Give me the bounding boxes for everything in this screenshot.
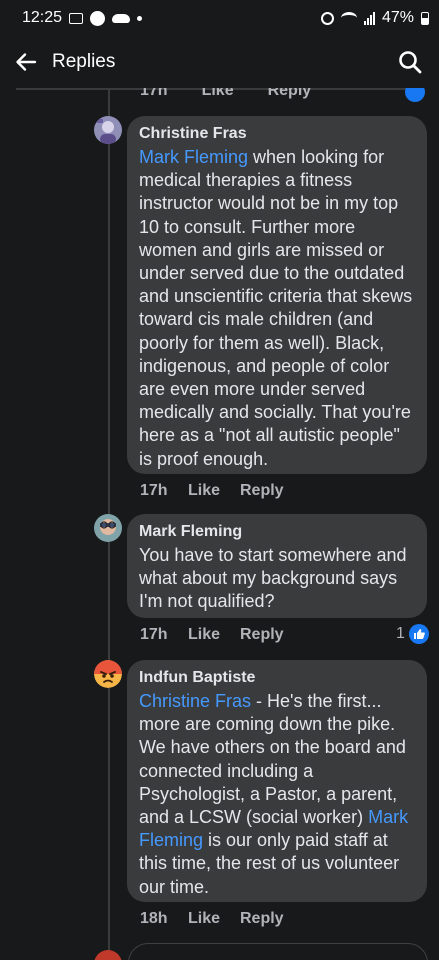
reply-input[interactable] xyxy=(128,943,428,960)
battery-percent: 47% xyxy=(381,9,414,26)
comment-actions: 17h Like Reply xyxy=(140,482,284,500)
comment-author[interactable]: Christine Fras xyxy=(139,124,415,143)
status-left: 12:25 xyxy=(22,9,143,27)
cloud-icon xyxy=(112,13,131,23)
clipped-like-button[interactable]: Like xyxy=(202,88,234,100)
back-button[interactable]: Replies xyxy=(14,50,115,74)
comment-bubble[interactable]: Mark Fleming You have to start somewhere… xyxy=(127,514,427,618)
avatar[interactable] xyxy=(94,514,122,542)
signal-icon xyxy=(363,11,375,25)
avatar[interactable] xyxy=(94,660,122,688)
reply-button[interactable]: Reply xyxy=(240,626,284,644)
avatar-mark-icon xyxy=(94,514,122,542)
mention-link[interactable]: Christine Fras xyxy=(139,691,251,711)
mention-link[interactable]: Mark Fleming xyxy=(139,147,248,167)
comment-author[interactable]: Mark Fleming xyxy=(139,522,415,541)
reply-thread: 17h Like Reply Christine Fras Mark Flemi… xyxy=(0,88,439,960)
avatar-christine-icon xyxy=(94,116,122,144)
reply-button[interactable]: Reply xyxy=(240,910,284,928)
comment-time: 17h xyxy=(140,626,168,643)
page-title: Replies xyxy=(52,51,116,72)
thumbs-up-icon xyxy=(408,624,429,644)
arrow-left-icon xyxy=(16,53,37,71)
battery-icon xyxy=(421,11,429,25)
gallery-icon xyxy=(69,12,84,24)
like-reaction-icon xyxy=(405,88,425,102)
comment-text: Christine Fras - He's the first... more … xyxy=(139,690,415,899)
reply-button[interactable]: Reply xyxy=(240,482,284,500)
alarm-icon xyxy=(320,11,334,25)
composer-avatar xyxy=(94,950,122,960)
like-button[interactable]: Like xyxy=(188,482,240,500)
comment-author[interactable]: Indfun Baptiste xyxy=(139,668,415,687)
search-button[interactable] xyxy=(395,47,425,77)
comment-actions: 18h Like Reply xyxy=(140,910,284,928)
comment-bubble[interactable]: Christine Fras Mark Fleming when looking… xyxy=(127,116,427,474)
status-bar: 12:25 47% xyxy=(0,0,439,36)
comment-time: 17h xyxy=(140,482,168,499)
like-button[interactable]: Like xyxy=(188,626,240,644)
comment-body: - He's the first... more are coming down… xyxy=(139,691,406,828)
clipped-comment-actions: 17h Like Reply xyxy=(140,88,311,100)
comment-actions: 17h Like Reply xyxy=(140,626,284,644)
status-right: 47% xyxy=(320,9,429,27)
notification-dot-icon xyxy=(137,15,143,21)
comment-body: when looking for medical therapies a fit… xyxy=(139,147,413,469)
avatar[interactable] xyxy=(94,116,122,144)
reaction-count: 1 xyxy=(396,625,405,642)
messenger-icon xyxy=(90,10,106,26)
comment-bubble[interactable]: Indfun Baptiste Christine Fras - He's th… xyxy=(127,660,427,902)
wifi-icon xyxy=(340,12,357,24)
clipped-reply-button[interactable]: Reply xyxy=(268,88,312,100)
comment-text: You have to start somewhere and what abo… xyxy=(139,545,407,612)
avatar-angry-emoji-icon xyxy=(94,660,122,688)
comment-text: Mark Fleming when looking for medical th… xyxy=(139,146,415,471)
app-bar: Replies xyxy=(0,36,439,88)
search-icon xyxy=(399,51,422,74)
status-time: 12:25 xyxy=(22,9,63,26)
reaction-summary[interactable]: 1 xyxy=(396,624,429,644)
like-button[interactable]: Like xyxy=(188,910,240,928)
clipped-time: 17h xyxy=(140,88,168,99)
comment-time: 18h xyxy=(140,910,168,927)
